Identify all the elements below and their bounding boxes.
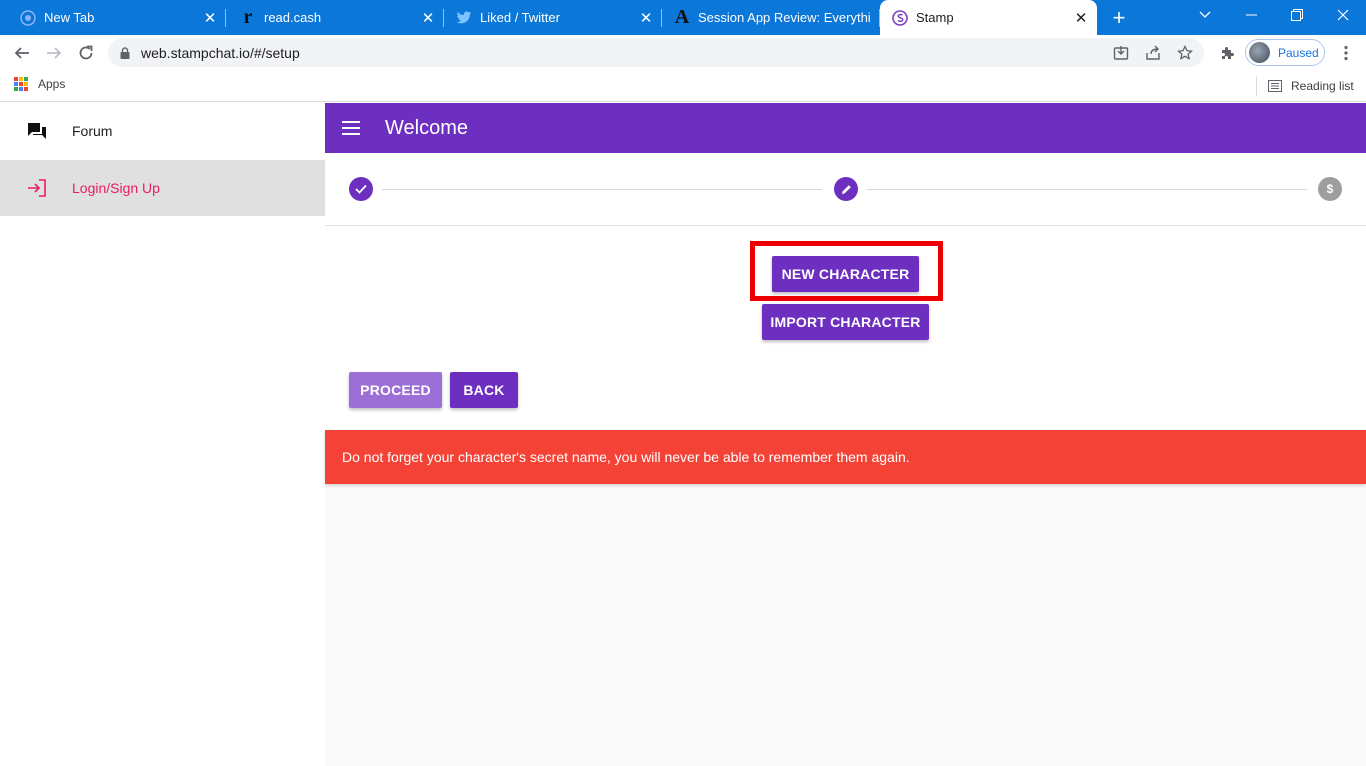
- sidebar-item-login-signup[interactable]: Login/Sign Up: [0, 160, 325, 216]
- apps-grid-icon: [14, 77, 28, 91]
- share-icon[interactable]: [1142, 42, 1164, 64]
- sidebar-item-label: Login/Sign Up: [72, 180, 160, 196]
- sidebar-item-forum[interactable]: Forum: [0, 103, 325, 159]
- close-tab-icon[interactable]: ✕: [636, 8, 656, 28]
- page: Forum Login/Sign Up Welcome $ NEW CHARAC…: [0, 103, 1366, 766]
- profile-status-label: Paused: [1278, 45, 1319, 60]
- bookmarks-bar: Apps Reading list: [0, 70, 1366, 102]
- main-content: Welcome $ NEW CHARACTER IMPORT CHARACTER…: [325, 103, 1366, 766]
- browser-toolbar: web.stampchat.io/#/setup Paused: [0, 35, 1366, 70]
- step-complete[interactable]: [349, 177, 373, 201]
- url-text: web.stampchat.io/#/setup: [141, 44, 300, 61]
- step-connector: [867, 189, 1307, 190]
- profile-chip[interactable]: Paused: [1245, 39, 1325, 66]
- login-icon: [26, 177, 48, 199]
- pencil-icon: [841, 184, 852, 195]
- chrome-icon: [20, 9, 36, 26]
- forward-arrow-icon[interactable]: [41, 40, 67, 66]
- close-tab-icon[interactable]: ✕: [1071, 8, 1091, 28]
- dollar-icon: $: [1326, 182, 1334, 196]
- tab-session-review[interactable]: A Session App Review: Everythi: [662, 0, 880, 35]
- tab-title: Liked / Twitter: [480, 10, 560, 25]
- browser-tab-bar: New Tab ✕ r read.cash ✕ Liked / Twitter …: [0, 0, 1366, 35]
- app-bar: Welcome: [325, 103, 1366, 153]
- bookmark-star-icon[interactable]: [1174, 42, 1196, 64]
- address-bar[interactable]: web.stampchat.io/#/setup: [108, 38, 1204, 67]
- install-app-icon[interactable]: [1110, 42, 1132, 64]
- reading-list-button[interactable]: Reading list: [1256, 76, 1354, 96]
- import-character-button[interactable]: IMPORT CHARACTER: [762, 304, 929, 340]
- page-title: Welcome: [385, 116, 468, 139]
- twitter-icon: [456, 10, 472, 26]
- a-logo-icon: A: [674, 6, 690, 28]
- tab-title: Stamp: [916, 10, 954, 25]
- sidebar-item-label: Forum: [72, 123, 113, 139]
- setup-card: $ NEW CHARACTER IMPORT CHARACTER PROCEED…: [325, 153, 1366, 430]
- forum-icon: [26, 120, 48, 142]
- sidebar: Forum Login/Sign Up: [0, 103, 325, 766]
- restore-icon[interactable]: [1274, 0, 1320, 30]
- tab-new-tab[interactable]: New Tab ✕: [0, 0, 226, 35]
- avatar: [1249, 42, 1270, 63]
- step-active[interactable]: [834, 177, 858, 201]
- tab-search-chevron-icon[interactable]: [1182, 0, 1228, 30]
- warning-text: Do not forget your character's secret na…: [342, 449, 910, 465]
- tab-title: Session App Review: Everythi: [698, 10, 871, 25]
- readcash-icon: r: [243, 6, 253, 28]
- close-tab-icon[interactable]: ✕: [418, 8, 438, 28]
- lock-icon: [120, 46, 132, 59]
- close-tab-icon[interactable]: ✕: [200, 8, 220, 28]
- tab-title: New Tab: [44, 10, 95, 25]
- back-button[interactable]: BACK: [450, 372, 518, 408]
- reading-list-icon: [1268, 80, 1282, 92]
- step-connector: [382, 189, 822, 190]
- proceed-button[interactable]: PROCEED: [349, 372, 442, 408]
- check-icon: [355, 184, 367, 194]
- tab-read-cash[interactable]: r read.cash ✕: [226, 0, 444, 35]
- extensions-puzzle-icon[interactable]: [1214, 40, 1240, 66]
- close-window-icon[interactable]: [1320, 0, 1366, 30]
- apps-label: Apps: [38, 77, 66, 91]
- warning-banner: Do not forget your character's secret na…: [325, 430, 1366, 484]
- new-tab-plus-icon[interactable]: +: [1107, 5, 1131, 30]
- hamburger-menu-icon[interactable]: [342, 116, 366, 140]
- apps-bookmark[interactable]: Apps: [14, 77, 65, 91]
- stamp-icon: [892, 9, 908, 26]
- tab-title: read.cash: [264, 10, 322, 25]
- reading-list-label: Reading list: [1291, 79, 1354, 93]
- minimize-icon[interactable]: [1228, 0, 1274, 30]
- new-character-button[interactable]: NEW CHARACTER: [772, 256, 919, 292]
- tab-twitter[interactable]: Liked / Twitter ✕: [444, 0, 662, 35]
- step-pending[interactable]: $: [1318, 177, 1342, 201]
- back-arrow-icon[interactable]: [9, 40, 35, 66]
- tab-stamp-active[interactable]: Stamp ✕: [880, 0, 1097, 35]
- stepper: $: [325, 153, 1366, 226]
- more-menu-icon[interactable]: [1333, 40, 1359, 66]
- reload-icon[interactable]: [73, 40, 99, 66]
